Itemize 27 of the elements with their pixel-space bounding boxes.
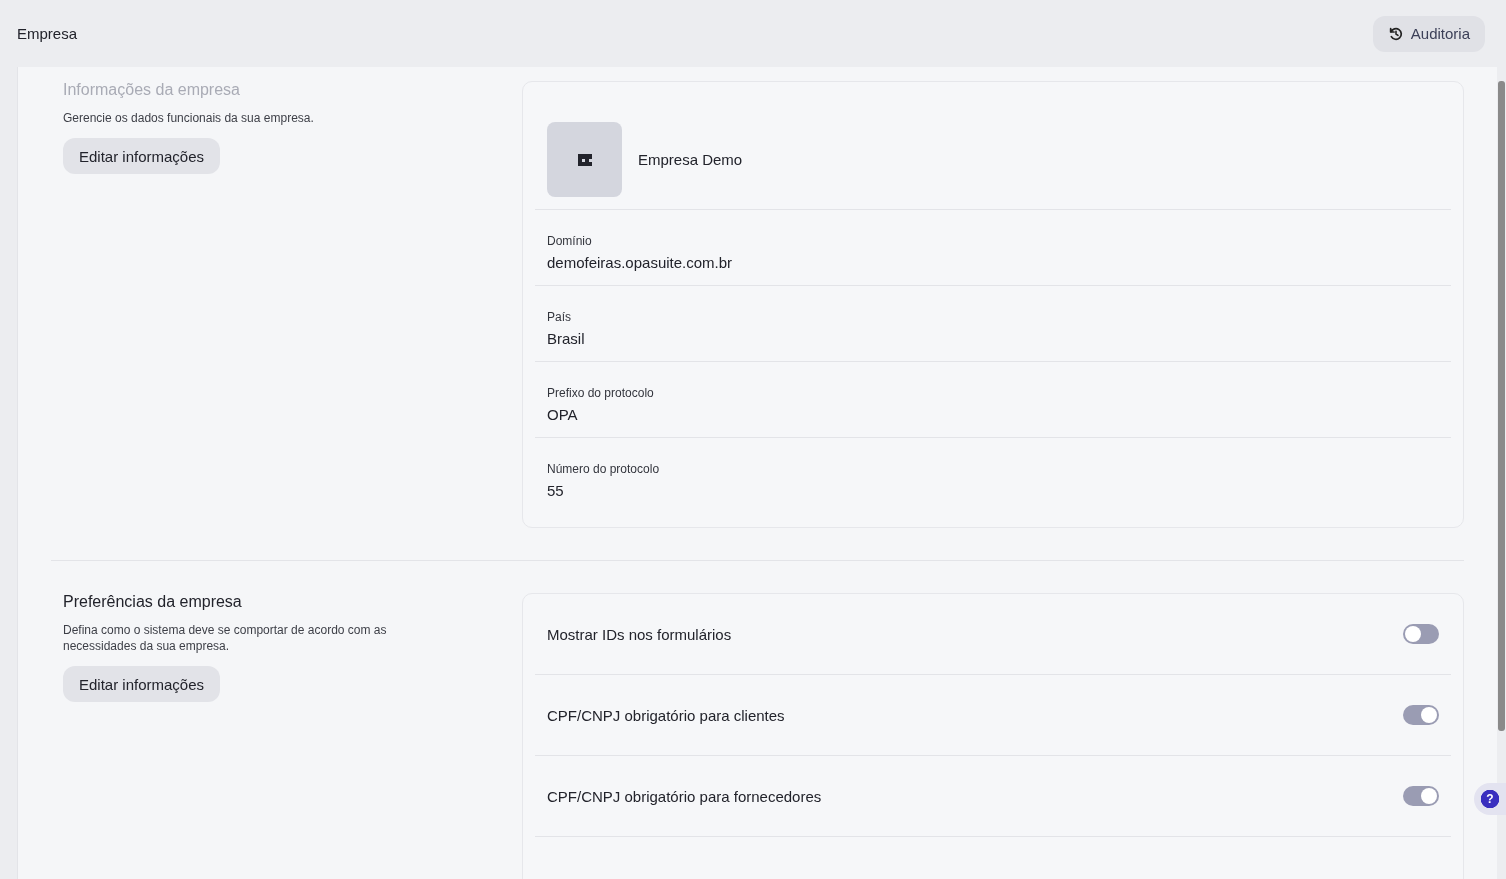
- section-description: Defina como o sistema deve se comportar de acordo com as necessidades da sua empresa.: [63, 622, 388, 654]
- section-title: Informações da empresa: [63, 81, 241, 99]
- page-title: Empresa: [17, 25, 78, 42]
- setting-label: CPF/CNPJ obrigatório para fornecedores: [547, 787, 822, 805]
- audit-button[interactable]: Auditoria: [1372, 15, 1485, 52]
- setting-label: Mostrar IDs nos formulários: [547, 625, 732, 643]
- edit-button[interactable]: Editar informações: [63, 138, 221, 174]
- history-icon: [1387, 25, 1404, 42]
- setting-label: CPF/CNPJ obrigatório para clientes: [547, 706, 785, 724]
- field-value: Brasil: [547, 330, 586, 347]
- edit-button[interactable]: Editar informações: [63, 666, 221, 702]
- toggle-switch[interactable]: [1403, 786, 1439, 806]
- field-value: demofeiras.opasuite.com.br: [547, 254, 734, 271]
- field-label: Prefixo do protocolo: [547, 386, 655, 400]
- field-label: Número do protocolo: [547, 462, 661, 476]
- field-value: OPA: [547, 406, 579, 423]
- building-icon: [577, 153, 592, 166]
- toggle-switch[interactable]: [1403, 705, 1439, 725]
- field-label: Domínio: [547, 234, 593, 248]
- scrollbar-thumb[interactable]: [1498, 81, 1505, 731]
- field-label: País: [547, 310, 572, 324]
- company-name: Empresa Demo: [638, 151, 743, 168]
- field-value: 55: [547, 482, 565, 499]
- help-button[interactable]: ?: [1474, 783, 1506, 815]
- section-title: Preferências da empresa: [63, 593, 243, 611]
- section-description: Gerencie os dados funcionais da sua empresa.: [63, 110, 315, 126]
- toggle-switch[interactable]: [1403, 624, 1439, 644]
